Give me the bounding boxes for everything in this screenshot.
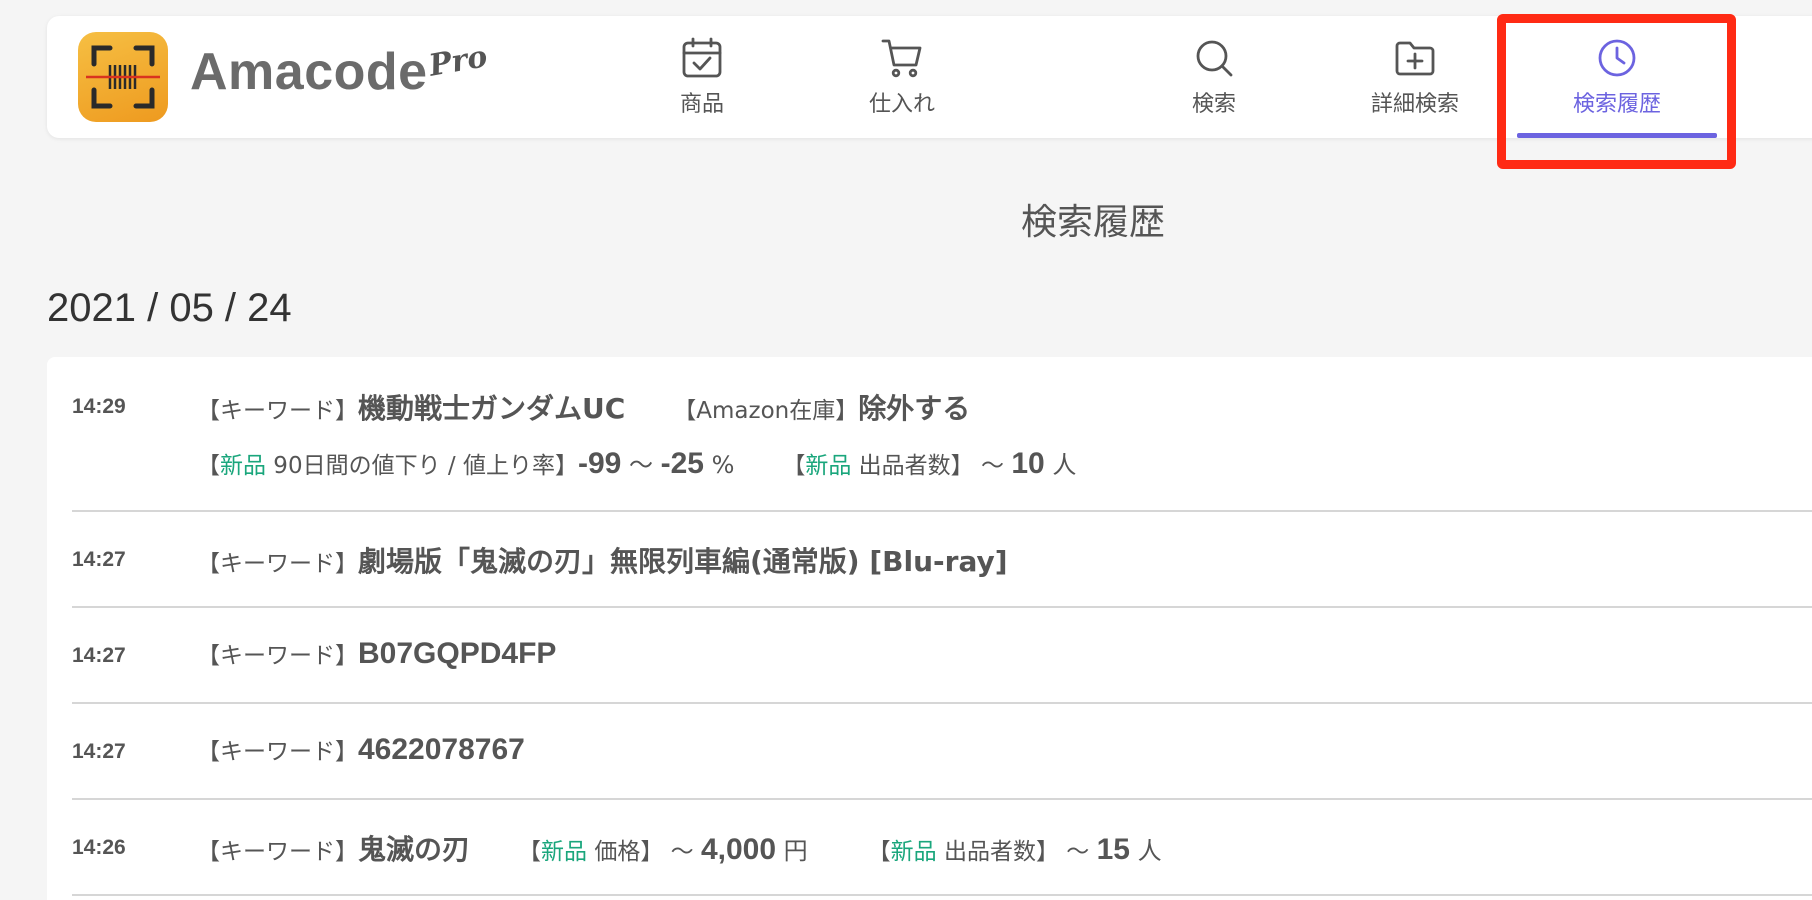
history-time: 14:27 bbox=[72, 644, 126, 667]
rate-to-value: -25 bbox=[660, 447, 704, 480]
search-icon bbox=[1114, 36, 1314, 80]
rate-unit: % bbox=[703, 451, 735, 479]
nav-item-advanced-search[interactable]: 詳細検索 bbox=[1315, 36, 1515, 138]
folder-plus-icon bbox=[1315, 36, 1515, 80]
keyword-label: 【キーワード】 bbox=[197, 551, 358, 577]
bracket: 【 bbox=[518, 839, 542, 865]
nav-label-products: 商品 bbox=[679, 92, 724, 117]
new-tag: 新品 bbox=[805, 453, 852, 479]
cart-icon bbox=[802, 36, 1002, 80]
app-name: Amacode bbox=[190, 43, 428, 101]
history-conditions-line2: 【新品 90日間の値下り / 値上り率】-99 〜 -25 % 【新品 出品者数】… bbox=[197, 445, 1076, 481]
keyword-value: 劇場版「鬼滅の刃」無限列車編(通常版) [Blu-ray] bbox=[358, 545, 1008, 578]
keyword-label: 【キーワード】 bbox=[197, 398, 358, 424]
rate-from-value: -99 bbox=[577, 447, 622, 480]
history-conditions-line1: 【キーワード】4622078767 bbox=[197, 732, 525, 767]
price-change-rate-label: 90日間の値下り / 値上り率】 bbox=[266, 453, 578, 479]
keyword-label: 【キーワード】 bbox=[197, 643, 358, 669]
date-heading: 2021 / 05 / 24 bbox=[47, 286, 292, 330]
sellers-unit: 人 bbox=[1129, 837, 1162, 865]
keyword-value: B07GQPD4FP bbox=[358, 637, 557, 670]
sellers-label: 出品者数】 〜 bbox=[851, 453, 1012, 479]
app-logo-icon[interactable] bbox=[78, 32, 168, 122]
history-row[interactable]: 14:27 【キーワード】4622078767 bbox=[72, 704, 1812, 800]
nav-label-purchase: 仕入れ bbox=[868, 92, 935, 117]
highlight-box bbox=[1497, 14, 1736, 169]
price-label: 価格】 〜 bbox=[587, 839, 701, 865]
pro-badge: Pro bbox=[426, 39, 490, 84]
keyword-label: 【キーワード】 bbox=[197, 739, 358, 765]
price-unit: 円 bbox=[776, 837, 808, 865]
nav-item-search[interactable]: 検索 bbox=[1114, 36, 1314, 138]
history-time: 14:26 bbox=[72, 836, 126, 859]
bracket: 【 bbox=[867, 839, 891, 865]
history-time: 14:27 bbox=[72, 548, 126, 571]
sellers-unit: 人 bbox=[1044, 451, 1077, 479]
nav-label-advanced-search: 詳細検索 bbox=[1370, 92, 1459, 117]
history-row[interactable]: 14:27 【キーワード】劇場版「鬼滅の刃」無限列車編(通常版) [Blu-ra… bbox=[72, 512, 1812, 608]
sellers-value: 10 bbox=[1011, 447, 1045, 480]
keyword-label: 【キーワード】 bbox=[197, 839, 358, 865]
history-row[interactable]: 14:29 【キーワード】機動戦士ガンダムUC 【Amazon在庫】除外する 【新… bbox=[72, 357, 1812, 512]
nav-item-products[interactable]: 商品 bbox=[602, 36, 802, 138]
amazon-stock-value: 除外する bbox=[858, 392, 971, 425]
new-tag: 新品 bbox=[541, 839, 588, 865]
bracket: 【 bbox=[782, 453, 806, 479]
sellers-value: 15 bbox=[1096, 833, 1130, 866]
history-row[interactable]: 14:26 【キーワード】鬼滅の刃 【新品 価格】 〜 4,000 円【新品 出品… bbox=[72, 800, 1812, 896]
sellers-label: 出品者数】 〜 bbox=[936, 839, 1097, 865]
new-tag: 新品 bbox=[220, 453, 266, 479]
history-conditions-line1: 【キーワード】鬼滅の刃 【新品 価格】 〜 4,000 円【新品 出品者数】 〜 … bbox=[197, 828, 1162, 868]
price-value: 4,000 bbox=[700, 833, 777, 866]
nav-item-purchase[interactable]: 仕入れ bbox=[802, 36, 1002, 138]
history-time: 14:29 bbox=[72, 395, 126, 418]
history-conditions-line1: 【キーワード】劇場版「鬼滅の刃」無限列車編(通常版) [Blu-ray] bbox=[197, 540, 1008, 580]
history-conditions-line1: 【キーワード】機動戦士ガンダムUC 【Amazon在庫】除外する bbox=[197, 387, 970, 427]
new-tag: 新品 bbox=[890, 839, 937, 865]
keyword-value: 4622078767 bbox=[358, 733, 525, 766]
keyword-value: 鬼滅の刃 bbox=[358, 833, 471, 866]
amazon-stock-label: 【Amazon在庫】 bbox=[673, 398, 859, 424]
page-title: 検索履歴 bbox=[1020, 202, 1165, 243]
keyword-value: 機動戦士ガンダムUC bbox=[358, 392, 626, 425]
tilde: 〜 bbox=[621, 451, 661, 479]
bracket: 【 bbox=[197, 453, 220, 479]
history-conditions-line1: 【キーワード】B07GQPD4FP bbox=[197, 636, 556, 671]
history-time: 14:27 bbox=[72, 740, 126, 763]
calendar-check-icon bbox=[602, 36, 802, 80]
history-list: 14:29 【キーワード】機動戦士ガンダムUC 【Amazon在庫】除外する 【新… bbox=[47, 357, 1812, 900]
history-row[interactable]: 14:27 【キーワード】B07GQPD4FP bbox=[72, 608, 1812, 704]
nav-label-search: 検索 bbox=[1191, 92, 1236, 117]
